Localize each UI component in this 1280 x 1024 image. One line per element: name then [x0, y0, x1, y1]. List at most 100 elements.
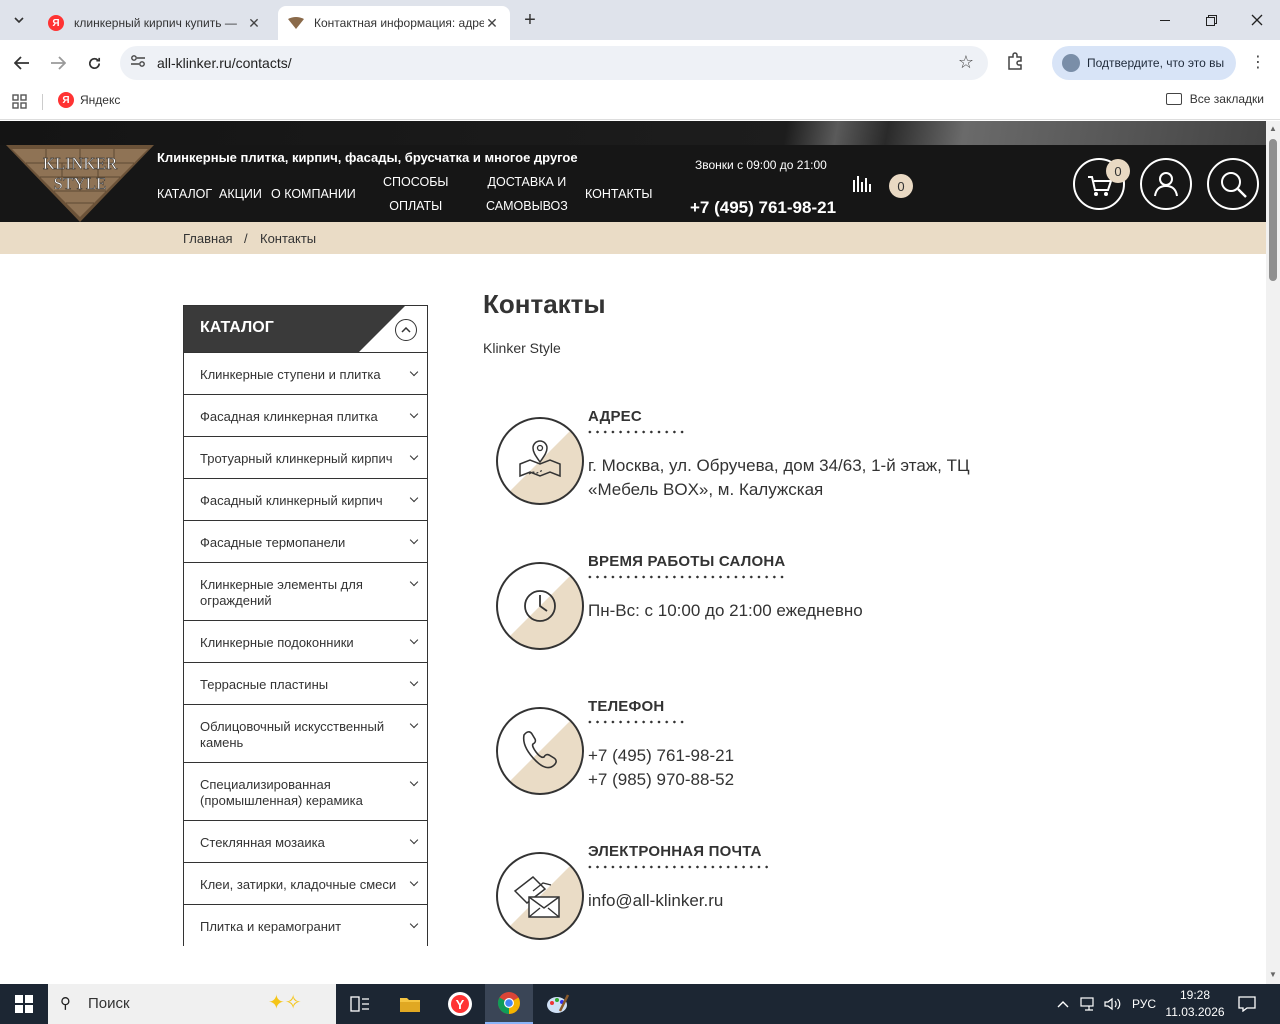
catalog-item[interactable]: Клинкерные подоконники	[184, 620, 427, 662]
catalog-item[interactable]: Фасадный клинкерный кирпич	[184, 478, 427, 520]
dotted-divider	[586, 865, 768, 869]
phone-icon	[496, 707, 584, 795]
address-bar[interactable]: all-klinker.ru/contacts/ ☆	[120, 46, 988, 80]
chevron-down-icon[interactable]	[409, 451, 419, 461]
catalog-item[interactable]: Фасадные термопанели	[184, 520, 427, 562]
contact-email: ЭЛЕКТРОННАЯ ПОЧТА info@all-klinker.ru	[495, 843, 1115, 941]
language-indicator[interactable]: РУС	[1132, 984, 1156, 1024]
all-bookmarks-button[interactable]: Все закладки	[1165, 92, 1264, 106]
catalog-item-label: Фасадные термопанели	[200, 535, 346, 550]
chrome-button[interactable]	[485, 984, 533, 1024]
chevron-down-icon[interactable]	[409, 367, 419, 377]
new-tab-button[interactable]: +	[518, 10, 542, 32]
paint-app-button[interactable]	[534, 984, 582, 1024]
catalog-item[interactable]: Тротуарный клинкерный кирпич	[184, 436, 427, 478]
apps-grid-icon[interactable]	[12, 94, 28, 110]
tab-contacts[interactable]: Контактная информация: адре ✕	[278, 6, 510, 40]
restore-button[interactable]	[1188, 0, 1234, 40]
yandex-browser-button[interactable]: Y	[436, 984, 484, 1024]
scroll-up-icon[interactable]: ▲	[1269, 124, 1277, 133]
breadcrumb-separator: /	[244, 231, 248, 246]
verify-identity-button[interactable]: Подтвердите, что это вы	[1052, 46, 1236, 80]
cart-count-badge: 0	[1106, 159, 1130, 183]
catalog-item[interactable]: Клинкерные ступени и плитка	[184, 352, 427, 394]
catalog-item-label: Клинкерные элементы для ограждений	[200, 577, 363, 608]
phone-line2[interactable]: +7 (985) 970-88-52	[588, 768, 734, 792]
bookmark-yandex[interactable]: Я Яндекс	[58, 92, 120, 108]
catalog-item[interactable]: Фасадная клинкерная плитка	[184, 394, 427, 436]
catalog-item-label: Клинкерные ступени и плитка	[200, 367, 381, 382]
folder-icon	[1165, 93, 1182, 105]
chevron-down-icon[interactable]	[409, 719, 419, 729]
bookmark-star-icon[interactable]: ☆	[958, 52, 974, 73]
nav-about[interactable]: О КОМПАНИИ	[271, 182, 356, 206]
chevron-down-icon[interactable]	[409, 677, 419, 687]
start-button[interactable]	[0, 984, 48, 1024]
chevron-down-icon[interactable]	[409, 577, 419, 587]
catalog-item[interactable]: Плитка и керамогранит	[184, 904, 427, 946]
tab-search-button[interactable]	[6, 8, 32, 32]
chevron-down-icon[interactable]	[409, 877, 419, 887]
close-window-button[interactable]	[1234, 0, 1280, 40]
nav-catalog[interactable]: КАТАЛОГ	[157, 182, 212, 206]
bookmarks-bar: Я Яндекс Все закладки	[0, 86, 1280, 120]
nav-payment[interactable]: СПОСОБЫ ОПЛАТЫ	[383, 170, 448, 218]
chevron-down-icon[interactable]	[409, 777, 419, 787]
chevron-down-icon[interactable]	[409, 409, 419, 419]
header-phone[interactable]: +7 (495) 761-98-21	[690, 198, 836, 218]
catalog-item[interactable]: Клеи, затирки, кладочные смеси	[184, 862, 427, 904]
extensions-icon[interactable]	[1004, 52, 1026, 74]
yandex-icon: Я	[58, 92, 74, 108]
catalog-item[interactable]: Клинкерные элементы для ограждений	[184, 562, 427, 620]
page-scrollbar[interactable]: ▲ ▼	[1266, 121, 1280, 984]
breadcrumb-home[interactable]: Главная	[183, 231, 232, 246]
site-logo[interactable]: KLINKER STYLE	[6, 145, 154, 222]
browser-toolbar: all-klinker.ru/contacts/ ☆ Подтвердите, …	[0, 40, 1280, 86]
email-link[interactable]: info@all-klinker.ru	[588, 889, 723, 913]
nav-promotions[interactable]: АКЦИИ	[219, 182, 262, 206]
minimize-button[interactable]	[1142, 0, 1188, 40]
catalog-item[interactable]: Специализированная (промышленная) керами…	[184, 762, 427, 820]
nav-delivery[interactable]: ДОСТАВКА И САМОВЫВОЗ	[486, 170, 568, 218]
file-explorer-button[interactable]	[386, 984, 434, 1024]
chevron-down-icon[interactable]	[409, 635, 419, 645]
catalog-header[interactable]: КАТАЛОГ	[184, 306, 427, 352]
yandex-browser-icon: Y	[448, 992, 472, 1016]
chevron-down-icon[interactable]	[409, 493, 419, 503]
clock-time: 19:28	[1179, 988, 1211, 1002]
catalog-item[interactable]: Облицовочный искусственный камень	[184, 704, 427, 762]
nav-contacts[interactable]: КОНТАКТЫ	[585, 182, 652, 206]
compare-icon[interactable]	[853, 176, 873, 192]
system-clock[interactable]: 19:28 11.03.2026	[1160, 987, 1230, 1021]
scroll-down-icon[interactable]: ▼	[1269, 970, 1277, 979]
chevron-down-icon[interactable]	[409, 835, 419, 845]
catalog-item-label: Тротуарный клинкерный кирпич	[200, 451, 393, 466]
forward-button[interactable]	[44, 50, 72, 76]
tab-yandex-search[interactable]: Я клинкерный кирпич купить — ✕	[38, 6, 272, 40]
search-button[interactable]	[1207, 158, 1259, 210]
task-view-button[interactable]	[336, 984, 384, 1024]
close-tab-icon[interactable]: ✕	[484, 15, 500, 32]
account-button[interactable]	[1140, 158, 1192, 210]
taskbar-search[interactable]: ⚲ Поиск ✦✧	[48, 984, 336, 1024]
chevron-down-icon[interactable]	[409, 919, 419, 929]
back-button[interactable]	[8, 50, 36, 76]
scrollbar-thumb[interactable]	[1269, 139, 1277, 281]
url-text[interactable]: all-klinker.ru/contacts/	[157, 55, 292, 71]
catalog-item[interactable]: Террасные пластины	[184, 662, 427, 704]
phone-line1[interactable]: +7 (495) 761-98-21	[588, 744, 734, 768]
chevron-down-icon[interactable]	[409, 535, 419, 545]
browser-menu-icon[interactable]: ⋮	[1250, 52, 1266, 74]
show-hidden-icons[interactable]	[1057, 984, 1069, 1024]
nav-delivery-line2: САМОВЫВОЗ	[486, 199, 568, 213]
windows-logo-icon	[15, 995, 33, 1013]
volume-icon[interactable]	[1104, 984, 1122, 1024]
clock-date: 11.03.2026	[1165, 1005, 1225, 1019]
catalog-item[interactable]: Стеклянная мозаика	[184, 820, 427, 862]
network-icon[interactable]	[1080, 984, 1098, 1024]
notifications-button[interactable]	[1238, 984, 1256, 1024]
site-info-icon[interactable]	[129, 54, 147, 72]
reload-button[interactable]	[80, 50, 108, 76]
collapse-catalog-button[interactable]	[395, 319, 417, 341]
close-tab-icon[interactable]: ✕	[246, 15, 262, 32]
